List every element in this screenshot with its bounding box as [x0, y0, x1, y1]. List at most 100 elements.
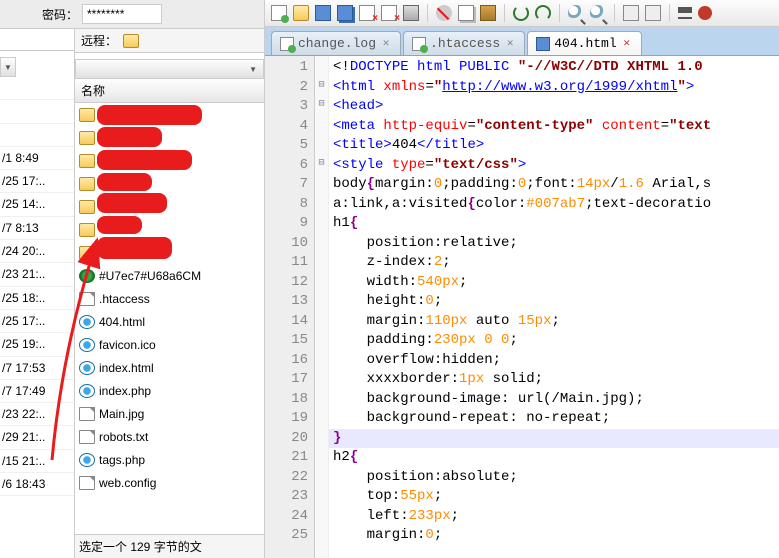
date-cell: /7 17:49	[0, 380, 74, 403]
replace-icon[interactable]	[590, 5, 606, 21]
record-macro-icon[interactable]	[698, 6, 712, 20]
file-list[interactable]: #U7ec7#U68a6CM .htaccess 404.html favicon.i…	[75, 103, 264, 534]
ie-icon	[79, 361, 95, 375]
close-tab-icon[interactable]: ✕	[621, 38, 633, 50]
file-name: favicon.ico	[99, 338, 156, 352]
ie-icon	[79, 384, 95, 398]
date-cell: /24 20:..	[0, 240, 74, 263]
file-row[interactable]: web.config	[75, 471, 264, 494]
close-all-icon[interactable]	[381, 5, 397, 21]
date-cell: /23 21:..	[0, 263, 74, 286]
status-bar: 选定一个 129 字节的文	[75, 534, 264, 558]
file-icon	[79, 292, 95, 306]
file-row[interactable]: index.html	[75, 356, 264, 379]
file-row[interactable]: Main.jpg	[75, 402, 264, 425]
save-all-icon[interactable]	[337, 5, 353, 21]
editor-toolbar	[265, 0, 779, 27]
file-icon	[79, 476, 95, 490]
editor-tab[interactable]: .htaccess✕	[403, 31, 525, 55]
date-column: ▼ /1 8:49/25 17:../25 14:../7 8:13/24 20…	[0, 29, 75, 558]
file-row[interactable]: tags.php	[75, 448, 264, 471]
cut-icon[interactable]	[436, 5, 452, 21]
file-type-icon	[412, 37, 426, 51]
ftp-login-row: 密码：	[0, 0, 264, 29]
file-row[interactable]: #U7ec7#U68a6CM	[75, 264, 264, 287]
tab-label: change.log	[298, 36, 376, 51]
file-name: index.php	[99, 384, 151, 398]
undo-icon[interactable]	[513, 5, 529, 21]
password-input[interactable]	[82, 4, 162, 24]
find-icon[interactable]	[568, 5, 584, 21]
file-row[interactable]: robots.txt	[75, 425, 264, 448]
file-icon	[79, 430, 95, 444]
date-cell: /7 17:53	[0, 357, 74, 380]
globe-icon	[79, 269, 95, 283]
date-cell: /15 21:..	[0, 450, 74, 473]
date-cell: /25 17:..	[0, 310, 74, 333]
file-name: 404.html	[99, 315, 145, 329]
code-editor[interactable]: 1234567891011121314151617181920212223242…	[265, 56, 779, 558]
word-wrap-icon[interactable]	[678, 7, 692, 19]
code-area[interactable]: <!DOCTYPE html PUBLIC "-//W3C//DTD XHTML…	[329, 56, 779, 558]
combo-dropdown-icon[interactable]: ▼	[0, 57, 16, 77]
close-icon[interactable]	[359, 5, 375, 21]
remote-path-dropdown[interactable]: ▼	[75, 59, 264, 79]
folder-icon	[79, 108, 95, 122]
file-type-icon	[280, 37, 294, 51]
file-row[interactable]: .htaccess	[75, 287, 264, 310]
paste-icon[interactable]	[480, 5, 496, 21]
save-icon[interactable]	[315, 5, 331, 21]
folder-icon	[79, 246, 95, 260]
file-name: #U7ec7#U68a6CM	[99, 269, 201, 283]
date-cell	[0, 124, 74, 147]
file-icon	[79, 407, 95, 421]
file-row[interactable]: 404.html	[75, 310, 264, 333]
file-type-icon	[536, 37, 550, 51]
print-icon[interactable]	[403, 5, 419, 21]
ie-icon	[79, 453, 95, 467]
open-icon[interactable]	[293, 5, 309, 21]
new-file-icon[interactable]	[271, 5, 287, 21]
password-label: 密码：	[42, 6, 78, 23]
folder-icon	[79, 131, 95, 145]
file-name: tags.php	[99, 453, 145, 467]
date-cell: /29 21:..	[0, 426, 74, 449]
folder-icon	[79, 154, 95, 168]
tab-label: 404.html	[554, 36, 616, 51]
folder-icon	[79, 200, 95, 214]
zoom-out-icon[interactable]	[645, 5, 661, 21]
date-cell	[0, 77, 74, 100]
redo-icon[interactable]	[535, 5, 551, 21]
ie-icon	[79, 315, 95, 329]
date-cell: /1 8:49	[0, 147, 74, 170]
name-column-header[interactable]: 名称	[75, 79, 264, 103]
date-cell: /25 17:..	[0, 170, 74, 193]
close-tab-icon[interactable]: ✕	[504, 38, 516, 50]
folder-icon	[79, 177, 95, 191]
editor-tab[interactable]: change.log ✕	[271, 31, 401, 55]
folder-icon[interactable]	[123, 34, 139, 48]
zoom-in-icon[interactable]	[623, 5, 639, 21]
file-row[interactable]: favicon.ico	[75, 333, 264, 356]
editor-panel: change.log✕.htaccess✕404.html✕ 123456789…	[265, 0, 779, 558]
date-cell: /6 18:43	[0, 473, 74, 496]
date-cell: /25 18:..	[0, 287, 74, 310]
copy-icon[interactable]	[458, 5, 474, 21]
ftp-panel: 密码： ▼ /1 8:49/25 17:../25 14:../7 8:13/2…	[0, 0, 265, 558]
close-tab-icon[interactable]: ✕	[380, 38, 392, 50]
folder-icon	[79, 223, 95, 237]
remote-pane: 远程： ▼ 名称 #U7ec7#U68a6CM .htaccess 404.html…	[75, 29, 264, 558]
tab-bar: change.log✕.htaccess✕404.html✕	[265, 27, 779, 56]
line-number-gutter: 1234567891011121314151617181920212223242…	[265, 56, 315, 558]
date-cell: /25 19:..	[0, 333, 74, 356]
editor-tab[interactable]: 404.html ✕	[527, 31, 641, 55]
date-cell: /7 8:13	[0, 217, 74, 240]
ie-icon	[79, 338, 95, 352]
file-name: robots.txt	[99, 430, 148, 444]
fold-gutter[interactable]: ⊟⊟ ⊟	[315, 56, 329, 558]
file-row[interactable]: index.php	[75, 379, 264, 402]
date-cell: /25 14:..	[0, 193, 74, 216]
date-cell	[0, 100, 74, 123]
remote-label: 远程：	[81, 32, 117, 49]
file-name: Main.jpg	[99, 407, 144, 421]
